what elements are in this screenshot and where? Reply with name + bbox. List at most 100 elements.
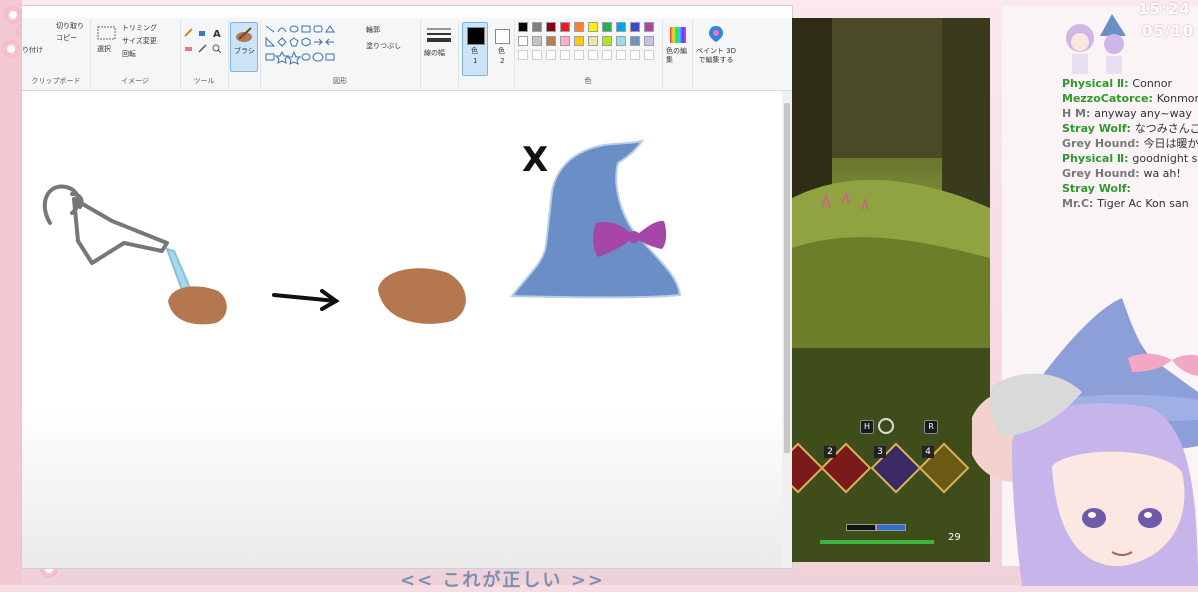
shapes-gallery[interactable]: [264, 24, 360, 68]
resize-button[interactable]: サイズ変更: [122, 37, 157, 46]
chat-message: H M: anyway any~way: [1062, 108, 1198, 120]
chat-log: Physical Ⅱ: Connor MezzoCatorce: Konmori!…: [1062, 78, 1198, 213]
palette-swatch[interactable]: [602, 22, 612, 32]
palette-custom-swatch[interactable]: [602, 50, 612, 60]
game-view: H R 2 3 4 29: [792, 18, 990, 562]
chat-author: Physical Ⅱ:: [1062, 153, 1133, 165]
pencil-icon[interactable]: [184, 28, 193, 37]
shapes-label: 図形: [333, 77, 347, 85]
paint3d-icon: [709, 26, 723, 42]
chat-author: H M:: [1062, 108, 1095, 120]
brush-label: ブラシ: [234, 47, 255, 55]
palette-swatch[interactable]: [588, 22, 598, 32]
color-select-group: 色 1 色 2: [458, 20, 515, 88]
palette-custom-swatch[interactable]: [616, 50, 626, 60]
palette-custom-swatch[interactable]: [574, 50, 584, 60]
rotate-button[interactable]: 回転: [122, 50, 136, 59]
vertical-scrollbar[interactable]: [782, 91, 792, 568]
vtuber-avatar: [972, 298, 1198, 586]
palette-swatch[interactable]: [532, 36, 542, 46]
palette-custom-swatch[interactable]: [644, 50, 654, 60]
color1-swatch: [467, 27, 485, 45]
select-label: 選択: [97, 45, 111, 53]
eraser-icon[interactable]: [184, 44, 193, 53]
palette-custom-swatch[interactable]: [546, 50, 556, 60]
palette-custom-swatch[interactable]: [518, 50, 528, 60]
palette-swatch[interactable]: [644, 22, 654, 32]
palette-custom-swatch[interactable]: [560, 50, 570, 60]
palette-swatch[interactable]: [518, 22, 528, 32]
palette-swatch[interactable]: [546, 36, 556, 46]
skill-number-3: 3: [874, 446, 886, 458]
chat-text: Konmori!: [1156, 93, 1198, 105]
mana-bar: [876, 524, 906, 531]
fill-bucket-icon[interactable]: [198, 28, 207, 37]
shapes-group: 輪郭 塗りつぶし 図形: [260, 20, 421, 88]
palette-swatch[interactable]: [574, 22, 584, 32]
edit-colors-button[interactable]: 色の編集: [664, 22, 692, 76]
paint-window: 切り取り コピー り付け クリップボード 選択 トリミング サイズ変更 回転 イ…: [22, 6, 792, 568]
text-tool-icon[interactable]: A: [212, 28, 221, 37]
color-picker-icon[interactable]: [198, 44, 207, 53]
caption-text: << これが正しい >>: [400, 570, 605, 591]
palette-swatch[interactable]: [630, 36, 640, 46]
chat-text: 今日は暖かくありませんか？: [1143, 138, 1198, 150]
palette-swatch[interactable]: [574, 36, 584, 46]
color2-sub: 2: [500, 57, 505, 65]
paint3d-button[interactable]: ペイント 3D で編集する: [694, 22, 738, 76]
chat-message: Grey Hound: wa ah!: [1062, 168, 1198, 180]
palette-custom-swatch[interactable]: [532, 50, 542, 60]
palette-swatch[interactable]: [616, 36, 626, 46]
color1-button[interactable]: 色 1: [462, 22, 488, 76]
paint3d-label: ペイント 3D で編集する: [695, 47, 737, 64]
drawing-canvas[interactable]: X: [22, 91, 782, 568]
palette-swatch[interactable]: [602, 36, 612, 46]
color2-button[interactable]: 色 2: [490, 22, 514, 76]
palette-swatch[interactable]: [644, 36, 654, 46]
image-label: イメージ: [121, 77, 149, 85]
colors-label: 色: [584, 77, 592, 85]
fill-button[interactable]: 塗りつぶし: [366, 42, 401, 51]
cut-button[interactable]: 切り取り: [56, 22, 84, 31]
palette-swatch[interactable]: [560, 22, 570, 32]
magnifier-icon[interactable]: [212, 44, 221, 53]
gear-icon: [878, 418, 894, 434]
flower-decoration: [2, 40, 20, 58]
health-bar: [820, 540, 934, 544]
palette-swatch[interactable]: [560, 36, 570, 46]
chat-author: Grey Hound:: [1062, 168, 1144, 180]
palette-swatch[interactable]: [532, 22, 542, 32]
select-button[interactable]: 選択: [94, 22, 120, 64]
paste-button[interactable]: り付け: [22, 46, 43, 55]
palette-swatch[interactable]: [630, 22, 640, 32]
palette-custom-swatch[interactable]: [630, 50, 640, 60]
palette-swatch[interactable]: [546, 22, 556, 32]
palette-swatch[interactable]: [518, 36, 528, 46]
skill-number-2: 2: [824, 446, 836, 458]
arrow-drawing: [272, 289, 340, 311]
size-button[interactable]: 線の幅: [422, 22, 456, 72]
scrollbar-thumb[interactable]: [784, 103, 790, 453]
rainbow-icon: [670, 27, 686, 43]
copy-button[interactable]: コピー: [56, 34, 77, 43]
edit-colors-label: 色の編集: [666, 47, 687, 64]
overlay-date: 05/10: [1142, 22, 1195, 40]
palette-swatch[interactable]: [588, 36, 598, 46]
chat-message: Physical Ⅱ: goodnight stray wolf: [1062, 153, 1198, 165]
palette-swatch[interactable]: [616, 22, 626, 32]
brush-icon: [236, 27, 252, 42]
chat-message: Physical Ⅱ: Connor: [1062, 78, 1198, 90]
color2-label: 色: [498, 47, 505, 55]
line-width-icon: [427, 28, 451, 42]
outline-button[interactable]: 輪郭: [366, 26, 380, 35]
brush-button[interactable]: ブラシ: [230, 22, 258, 72]
chat-author: Mr.C:: [1062, 198, 1098, 210]
flower-decoration: [4, 6, 22, 24]
palette-custom-swatch[interactable]: [588, 50, 598, 60]
chat-author: Grey Hound:: [1062, 138, 1144, 150]
chat-author: MezzoCatorce:: [1062, 93, 1157, 105]
paint-titlebar: [22, 6, 792, 18]
crop-button[interactable]: トリミング: [122, 24, 157, 33]
palette-group: 色: [514, 20, 663, 88]
watering-can-drawing: [42, 184, 169, 265]
